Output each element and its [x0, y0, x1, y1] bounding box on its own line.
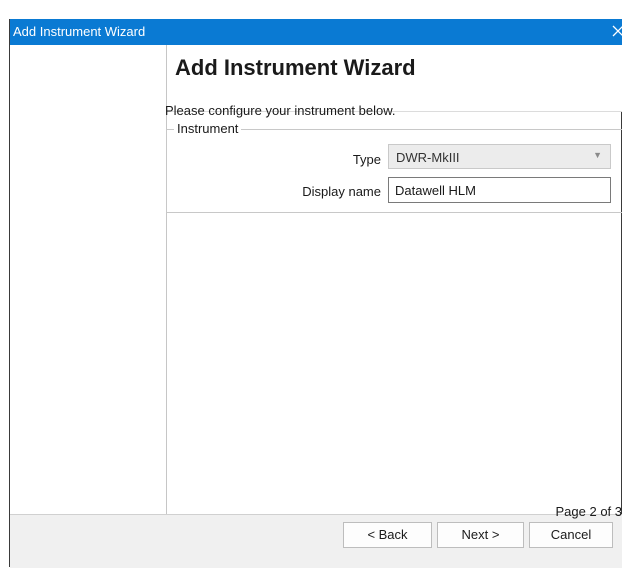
back-button[interactable]: < Back — [343, 522, 432, 548]
close-icon — [612, 25, 622, 37]
page-indicator: Page 2 of 3 — [556, 504, 622, 519]
display-name-label: Display name — [302, 184, 381, 199]
close-button[interactable] — [608, 21, 622, 41]
instrument-group-legend: Instrument — [174, 121, 241, 136]
type-select[interactable]: DWR-MkIII ▼ — [388, 144, 611, 169]
next-button[interactable]: Next > — [437, 522, 524, 548]
type-label: Type — [353, 152, 381, 167]
intro-text: Please configure your instrument below. — [165, 103, 396, 118]
heading-band: Add Instrument Wizard — [167, 45, 622, 112]
wizard-window: Add Instrument Wizard Add Instrument Wiz… — [9, 19, 622, 567]
type-selected-value: DWR-MkIII — [396, 150, 460, 165]
chevron-down-icon: ▼ — [593, 150, 602, 160]
page-title: Add Instrument Wizard — [175, 55, 416, 81]
window-title: Add Instrument Wizard — [13, 24, 145, 39]
display-name-input[interactable] — [388, 177, 611, 203]
wizard-sidebar — [10, 45, 167, 514]
cancel-button[interactable]: Cancel — [529, 522, 613, 548]
title-bar: Add Instrument Wizard — [10, 19, 622, 45]
